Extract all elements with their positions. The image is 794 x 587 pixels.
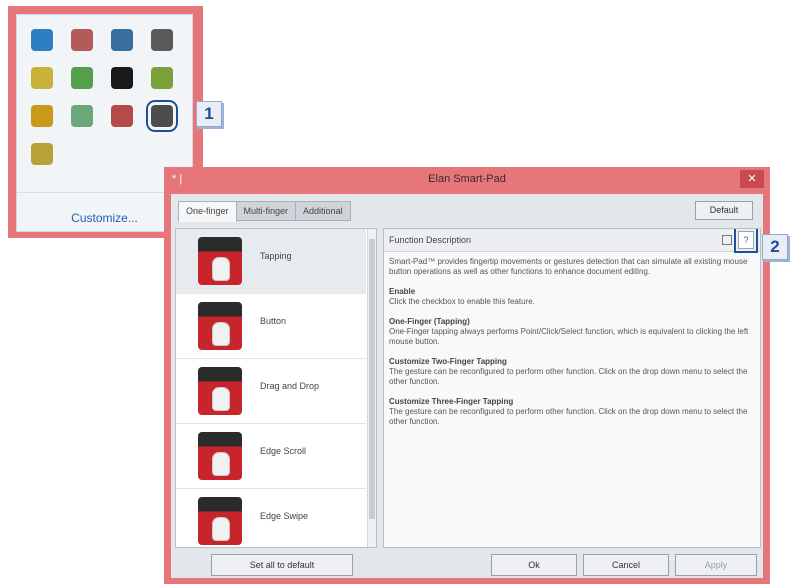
description-text: The gesture can be reconfigured to perfo… <box>389 407 748 426</box>
green-arrow-icon[interactable] <box>71 67 93 89</box>
description-text: One-Finger tapping always performs Point… <box>389 327 749 346</box>
description-heading: Customize Two-Finger Tapping <box>389 357 507 366</box>
network-app-icon[interactable] <box>31 29 53 51</box>
key-icon[interactable] <box>31 105 53 127</box>
list-item-edge-swipe[interactable]: Edge Swipe <box>176 489 366 547</box>
description-section: Enable Click the checkbox to enable this … <box>389 287 749 307</box>
list-item-label: Tapping <box>260 251 292 261</box>
usb-drive-icon[interactable] <box>31 67 53 89</box>
smart-pad-dialog: * | Elan Smart-Pad ✕ One-finger Multi-fin… <box>164 167 770 584</box>
title-bar: * | Elan Smart-Pad ✕ <box>164 167 770 193</box>
tab-multi-finger[interactable]: Multi-finger <box>235 201 297 221</box>
description-header: Function Description ? <box>384 229 760 253</box>
function-description-panel: Function Description ? Smart-Pad™ provid… <box>383 228 761 548</box>
callout-2: 2 <box>762 234 788 260</box>
list-item-label: Drag and Drop <box>260 381 320 391</box>
tab-additional[interactable]: Additional <box>295 201 351 221</box>
shield-icon[interactable] <box>31 143 53 165</box>
cancel-button[interactable]: Cancel <box>583 554 669 576</box>
touchpad-icon[interactable] <box>146 100 178 132</box>
scrollbar-thumb[interactable] <box>369 239 375 519</box>
speaker-icon[interactable] <box>71 29 93 51</box>
window-title: Elan Smart-Pad <box>428 173 506 185</box>
green-device-icon[interactable] <box>71 105 93 127</box>
description-heading: One-Finger (Tapping) <box>389 317 470 326</box>
description-title: Function Description <box>389 235 472 245</box>
description-text: Smart-Pad™ provides fingertip movements … <box>389 257 748 276</box>
list-item-drag-and-drop[interactable]: Drag and Drop <box>176 359 366 424</box>
list-scrollbar[interactable] <box>367 229 376 547</box>
default-button[interactable]: Default <box>695 201 753 220</box>
list-item-button[interactable]: Button <box>176 294 366 359</box>
ok-button[interactable]: Ok <box>491 554 577 576</box>
dialog-client: One-finger Multi-finger Additional Default… <box>171 194 763 578</box>
description-text: The gesture can be reconfigured to perfo… <box>389 367 748 386</box>
black-circle-icon[interactable] <box>111 67 133 89</box>
description-body: Smart-Pad™ provides fingertip movements … <box>389 257 749 437</box>
tab-one-finger[interactable]: One-finger <box>178 201 237 222</box>
description-section: Customize Two-Finger Tapping The gesture … <box>389 357 749 387</box>
button-thumbnail-icon <box>198 302 242 350</box>
list-item-label: Edge Swipe <box>260 511 309 521</box>
list-item-tapping[interactable]: Tapping <box>176 229 366 294</box>
description-section: Smart-Pad™ provides fingertip movements … <box>389 257 749 277</box>
printer-icon[interactable] <box>151 29 173 51</box>
description-section: One-Finger (Tapping) One-Finger tapping a… <box>389 317 749 347</box>
description-heading: Customize Three-Finger Tapping <box>389 397 514 406</box>
title-left-icons: * | <box>172 173 183 185</box>
list-item-label: Button <box>260 316 287 326</box>
tab-strip: One-finger Multi-finger Additional <box>178 201 351 222</box>
help-button[interactable]: ? <box>734 229 758 253</box>
list-item-edge-scroll[interactable]: Edge Scroll <box>176 424 366 489</box>
list-item-label: Edge Scroll <box>260 446 307 456</box>
document-flag-icon[interactable] <box>111 105 133 127</box>
drag-drop-thumbnail-icon <box>198 367 242 415</box>
gesture-list: Tapping Button Drag and Drop Edge Scroll… <box>175 228 377 548</box>
tapping-thumbnail-icon <box>198 237 242 285</box>
edge-swipe-thumbnail-icon <box>198 497 242 545</box>
edge-scroll-thumbnail-icon <box>198 432 242 480</box>
apply-button[interactable]: Apply <box>675 554 757 576</box>
close-button[interactable]: ✕ <box>740 170 764 188</box>
green-leaf-icon[interactable] <box>151 67 173 89</box>
window-icon[interactable] <box>722 235 732 245</box>
description-section: Customize Three-Finger Tapping The gestur… <box>389 397 749 427</box>
description-text: Click the checkbox to enable this featur… <box>389 297 535 306</box>
display-icon[interactable] <box>111 29 133 51</box>
set-all-default-button[interactable]: Set all to default <box>211 554 353 576</box>
callout-1: 1 <box>196 101 222 127</box>
description-heading: Enable <box>389 287 416 296</box>
